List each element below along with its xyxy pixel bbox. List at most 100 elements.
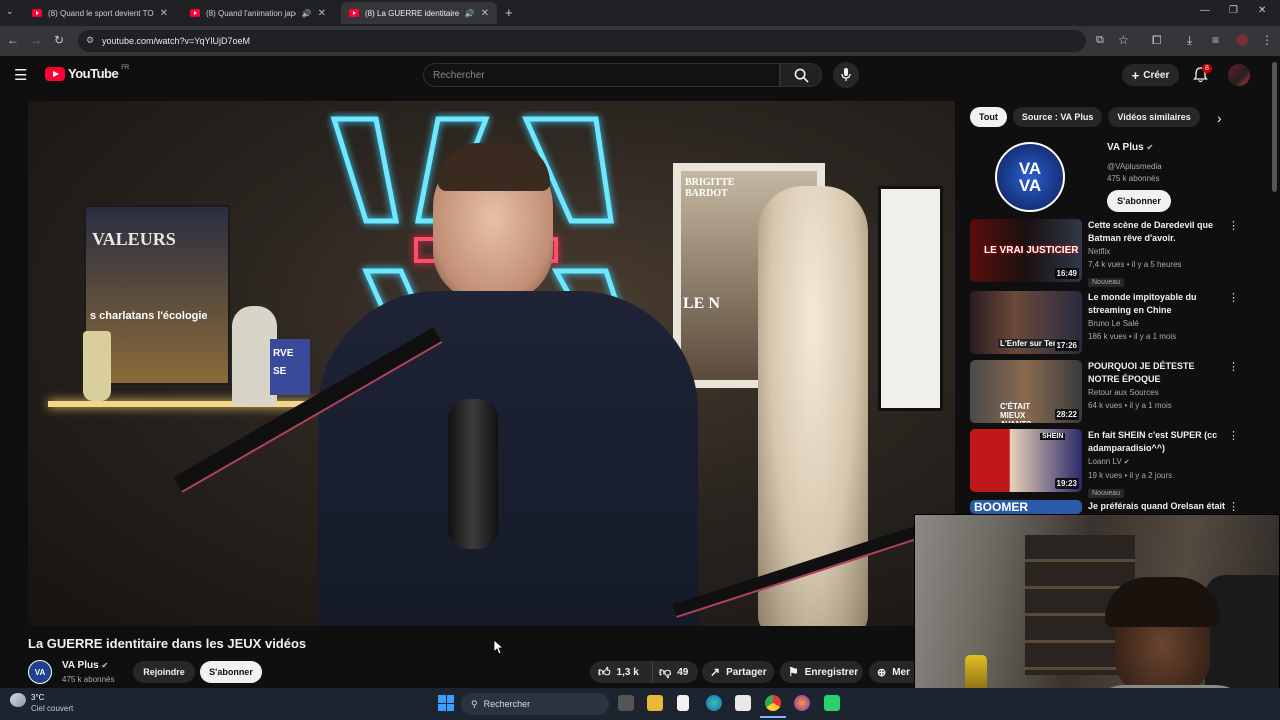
profile-avatar[interactable] [1236,34,1248,46]
voice-search-button[interactable] [833,62,859,88]
video-thumbnail[interactable]: SHEIN 19:23 [970,429,1082,492]
logo-text: YouTube [68,66,119,81]
video-channel[interactable]: Bruno Le Salé [1088,317,1224,330]
more-options-icon[interactable]: ⋮ [1228,429,1239,442]
presenter-jacket [318,291,698,626]
more-actions-button[interactable]: ⊕ Mer [869,661,919,683]
search-button[interactable] [780,63,822,87]
video-channel[interactable]: Loann LV ✔ [1088,455,1224,469]
video-title[interactable]: POURQUOI JE DÉTESTE NOTRE ÉPOQUE [1088,360,1224,386]
dislike-button[interactable]: 👎︎ 49 [652,661,698,683]
youtube-logo[interactable]: YouTube FR [45,64,130,81]
video-thumbnail[interactable]: L'Enfer sur Terre 17:26 [970,291,1082,354]
windows-start-icon[interactable] [438,695,454,711]
file-explorer-icon[interactable] [647,695,663,711]
bookmark-star-icon[interactable]: ☆ [1118,33,1129,47]
recommended-item[interactable]: BOOMER Je préférais quand Orelsan était … [970,500,1242,514]
notifications-button[interactable]: 8 [1193,64,1212,88]
close-tab-icon[interactable]: ✕ [318,8,326,19]
join-button[interactable]: Rejoindre [133,661,195,683]
recommended-item[interactable]: L'Enfer sur Terre 17:26 Le monde impitoy… [970,291,1242,354]
speaker-icon[interactable]: 🔊 [465,9,475,18]
tab-label: (8) La GUERRE identitaire d [365,8,459,18]
recommended-item[interactable]: SHEIN 19:23 En fait SHEIN c'est SUPER (c… [970,429,1242,498]
chip-all[interactable]: Tout [970,107,1007,127]
weather-desc: Ciel couvert [31,704,74,713]
channel-card-name[interactable]: VA Plus ✔ [1107,142,1153,153]
new-tab-icon[interactable]: + [505,5,513,20]
video-meta: 7,4 k vues • il y a 5 heures [1088,260,1182,269]
channel-name-link[interactable]: VA Plus ✔ [62,660,108,671]
streaming-app-icon[interactable] [824,695,840,711]
maximize-icon[interactable]: ❐ [1229,5,1238,16]
share-button[interactable]: ↗ Partager [702,661,774,683]
close-tab-icon[interactable]: ✕ [160,8,168,19]
magazine-title: VALEURS [92,229,176,249]
weather-icon[interactable] [10,693,26,707]
address-bar[interactable]: ⚙ youtube.com/watch?v=YqYlUjD7oeM [78,30,1086,52]
chrome-icon[interactable] [765,695,781,711]
share-label: Partager [726,666,767,678]
video-thumbnail[interactable]: LE VRAI JUSTICIER 16:49 [970,219,1082,282]
search-input[interactable]: Rechercher [423,63,780,87]
account-avatar[interactable] [1228,64,1250,86]
video-thumbnail[interactable]: BOOMER [970,500,1082,514]
video-title[interactable]: Le monde impitoyable du streaming en Chi… [1088,291,1224,317]
download-icon[interactable]: ⤓ [1187,33,1192,48]
video-player[interactable]: VALEURS s charlatans l'écologie RVE SE B… [28,101,955,626]
video-title[interactable]: Je préférais quand Orelsan était [1088,500,1228,513]
close-window-icon[interactable]: ✕ [1258,5,1266,16]
back-icon[interactable]: ← [7,33,19,47]
video-channel[interactable]: Retour aux Sources [1088,386,1224,399]
recommended-item[interactable]: C'ÉTAIT MIEUX AVANT? 28:22 POURQUOI JE D… [970,360,1242,423]
browser-menu-icon[interactable]: ⋮ [1261,33,1273,47]
store-icon[interactable] [735,695,751,711]
minimize-icon[interactable]: — [1200,5,1210,16]
more-options-icon[interactable]: ⋮ [1228,500,1239,513]
edge-icon[interactable] [706,695,722,711]
channel-card-avatar[interactable]: VA VA [995,142,1065,212]
video-title: La GUERRE identitaire dans les JEUX vidé… [28,636,307,651]
close-tab-icon[interactable]: ✕ [481,8,489,19]
hamburger-menu-icon[interactable]: ☰ [14,66,27,84]
taskbar-search[interactable]: ⚲ Rechercher [461,693,609,715]
chevron-right-icon[interactable]: › [1217,110,1222,126]
video-channel[interactable]: Netflix [1088,245,1224,258]
create-button[interactable]: + Créer [1122,64,1179,86]
video-thumbnail[interactable]: C'ÉTAIT MIEUX AVANT? 28:22 [970,360,1082,423]
subscribe-button[interactable]: S'abonner [200,661,262,683]
chip-similar[interactable]: Vidéos similaires [1108,107,1200,127]
recommended-item[interactable]: LE VRAI JUSTICIER 16:49 Cette scène de D… [970,219,1242,287]
more-options-icon[interactable]: ⋮ [1228,291,1239,304]
install-app-icon[interactable]: ⧉ [1096,34,1104,47]
site-info-icon[interactable]: ⚙ [86,35,94,46]
more-options-icon[interactable]: ⋮ [1228,219,1239,232]
firefox-icon[interactable] [794,695,810,711]
thumbs-up-icon: 👍︎ [598,664,611,679]
duration-badge: 17:26 [1054,340,1079,351]
media-controls-icon[interactable]: ≡ [1212,33,1219,47]
tab-search-icon[interactable]: ⌄ [6,6,14,17]
more-options-icon[interactable]: ⋮ [1228,360,1239,373]
browser-tab-3[interactable]: (8) La GUERRE identitaire d 🔊 ✕ [341,2,497,24]
task-view-icon[interactable] [618,695,634,711]
channel-card-subscribe-button[interactable]: S'abonner [1107,190,1171,212]
chip-source[interactable]: Source : VA Plus [1012,107,1103,127]
notepad-icon[interactable] [677,695,689,711]
weather-temp[interactable]: 3°C [31,693,44,702]
browser-tab-2[interactable]: (8) Quand l'animation japonaise 🔊 ✕ [182,2,334,24]
browser-tab-1[interactable]: (8) Quand le sport devient TOXI ✕ [24,2,176,24]
speaker-icon[interactable]: 🔊 [302,9,312,18]
region-code: FR [121,64,130,71]
active-app-indicator [760,716,786,718]
reload-icon[interactable]: ↻ [54,33,64,47]
page-scrollbar[interactable] [1272,62,1277,192]
video-title[interactable]: Cette scène de Daredevil que Batman rêve… [1088,219,1224,245]
video-title[interactable]: En fait SHEIN c'est SUPER (cc adamparadi… [1088,429,1224,455]
extensions-icon[interactable]: ⧠ [1152,33,1162,48]
forward-icon[interactable]: → [30,33,42,47]
streamer-hair [1105,577,1220,627]
like-button[interactable]: 👍︎ 1,3 k [590,661,652,683]
channel-avatar[interactable]: VA [28,660,52,684]
save-button[interactable]: ⚑ Enregistrer [780,661,863,683]
